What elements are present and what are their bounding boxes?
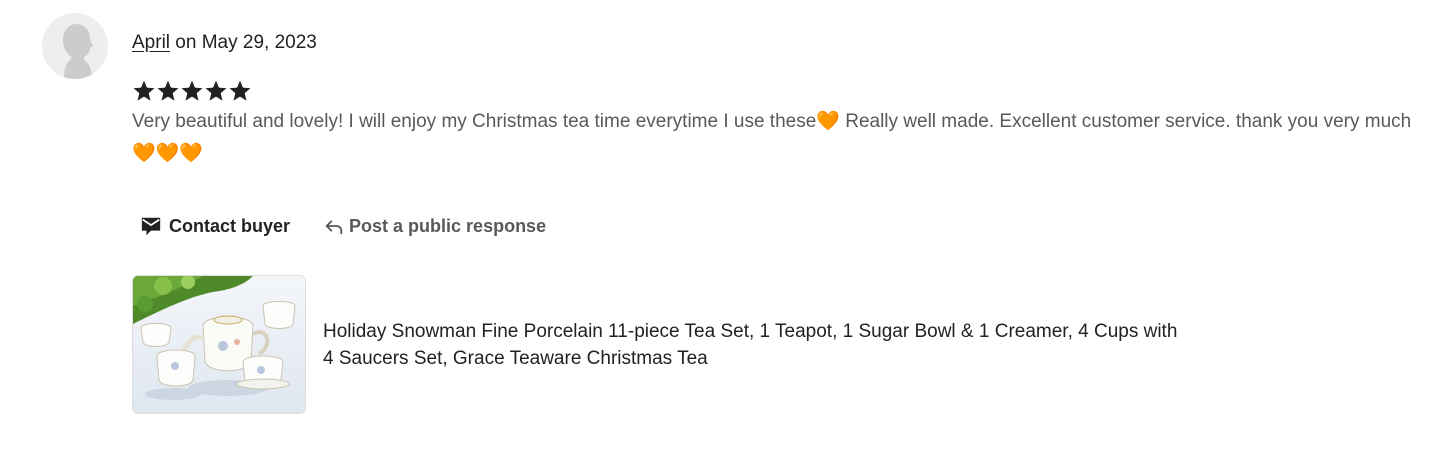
contact-buyer-label: Contact buyer [169, 215, 291, 236]
star-icon [133, 80, 155, 101]
contact-buyer-button[interactable]: Contact buyer [132, 208, 290, 244]
star-icon [229, 80, 251, 101]
review-text: Very beautiful and lovely! I will enjoy … [132, 111, 1412, 164]
product-thumbnail[interactable] [132, 275, 306, 414]
reply-arrow-icon [325, 220, 343, 235]
reviewer-avatar[interactable] [42, 13, 108, 79]
star-rating [132, 78, 252, 104]
review-card: April on May 29, 2023 Very beautiful and… [0, 0, 1445, 471]
review-date: on May 29, 2023 [170, 32, 317, 53]
review-meta: April on May 29, 2023 [132, 30, 317, 56]
tea-set-image [133, 276, 305, 413]
post-public-response-label: Post a public response [349, 215, 547, 236]
product-title-link[interactable]: Holiday Snowman Fine Porcelain 11-piece … [323, 318, 1183, 372]
reviewer-name-link[interactable]: April [132, 32, 170, 53]
reviewed-product: Holiday Snowman Fine Porcelain 11-piece … [132, 275, 1183, 414]
review-actions: Contact buyer Post a public response [132, 208, 546, 244]
star-icon [205, 80, 227, 101]
star-icon [157, 80, 179, 101]
post-public-response-button[interactable]: Post a public response [323, 208, 546, 244]
star-icon [181, 80, 203, 101]
user-silhouette-icon [42, 13, 108, 79]
envelope-icon [141, 217, 161, 236]
